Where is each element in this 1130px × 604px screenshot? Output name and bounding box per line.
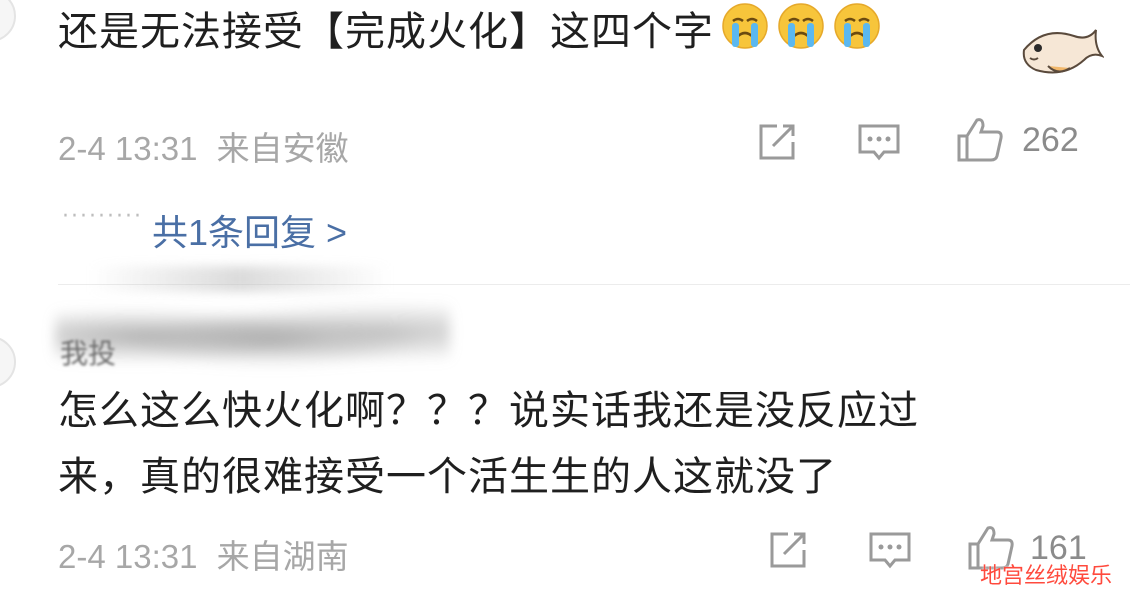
- avatar[interactable]: [0, 0, 16, 42]
- comment-line: 来，真的很难接受一个活生生的人这就没了: [58, 454, 837, 500]
- comment-meta: 2-4 13:31 来自安徽: [58, 122, 349, 170]
- like-button[interactable]: [955, 114, 1005, 168]
- timestamp: 2-4 13:31: [58, 130, 198, 167]
- reply-dots: ·········: [62, 204, 143, 229]
- comment-line: 还是无法接受【完成火化】这四个字: [58, 9, 714, 55]
- comment-button[interactable]: [867, 528, 913, 576]
- crying-face-icon: [832, 1, 882, 67]
- location: 来自湖南: [216, 538, 349, 575]
- comment-icon: [858, 124, 900, 161]
- thumbs-up-icon: [957, 118, 1003, 162]
- comment-meta: 2-4 13:31 来自湖南: [58, 530, 349, 578]
- fish-sticker-icon: [1018, 20, 1106, 90]
- share-button[interactable]: [755, 120, 799, 168]
- share-icon: [770, 532, 806, 568]
- avatar[interactable]: [0, 336, 16, 388]
- location: 来自安徽: [216, 130, 349, 167]
- share-button[interactable]: [766, 528, 810, 576]
- crying-face-icon: [776, 1, 826, 67]
- comment-line: 怎么这么快火化啊？？？说实话我还是没反应过: [58, 388, 919, 434]
- blurred-username: [90, 266, 390, 292]
- comment-text: 还是无法接受【完成火化】这四个字: [58, 1, 882, 67]
- timestamp: 2-4 13:31: [58, 538, 198, 575]
- comment-button[interactable]: [856, 120, 902, 168]
- view-replies-link[interactable]: 共1条回复 >: [152, 204, 347, 256]
- like-count: 262: [1022, 121, 1079, 159]
- comment-icon: [869, 532, 911, 569]
- crying-face-icon: [720, 1, 770, 67]
- author-handle[interactable]: 我投: [60, 332, 116, 372]
- watermark: 地宫丝绒娱乐: [979, 564, 1112, 589]
- share-icon: [759, 124, 795, 160]
